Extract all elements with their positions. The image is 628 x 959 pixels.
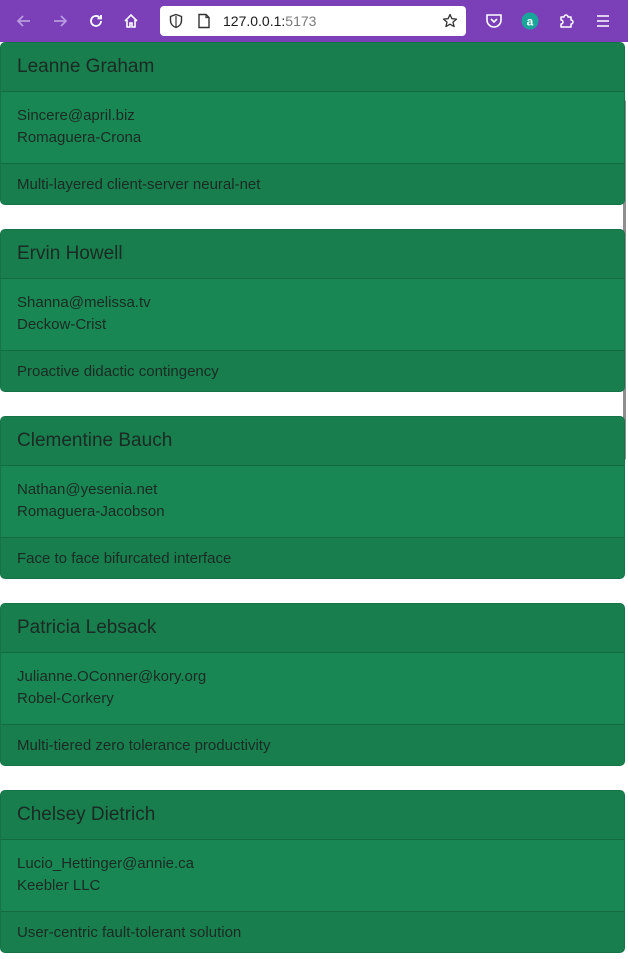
user-company: Robel-Corkery [17, 690, 114, 707]
user-catchphrase: Face to face bifurcated interface [1, 538, 624, 578]
pocket-icon[interactable] [484, 11, 504, 31]
shield-icon[interactable] [168, 13, 184, 29]
user-card: Clementine Bauch Nathan@yesenia.net Roma… [0, 416, 625, 579]
user-contact: Sincere@april.biz Romaguera-Crona [1, 92, 624, 164]
user-company: Deckow-Crist [17, 316, 107, 333]
user-email: Shanna@melissa.tv [17, 294, 151, 311]
user-company: Romaguera-Jacobson [17, 503, 165, 520]
user-contact: Shanna@melissa.tv Deckow-Crist [1, 279, 624, 351]
reload-icon [90, 15, 102, 27]
address-bar[interactable]: 127.0.0.1:5173 [160, 6, 466, 36]
page-content: Leanne Graham Sincere@april.biz Romaguer… [0, 42, 628, 959]
user-card: Chelsey Dietrich Lucio_Hettinger@annie.c… [0, 790, 625, 953]
menu-hamburger-icon[interactable] [593, 11, 613, 31]
reload-button[interactable] [83, 8, 109, 34]
user-catchphrase: User-centric fault-tolerant solution [1, 912, 624, 952]
user-contact: Lucio_Hettinger@annie.ca Keebler LLC [1, 840, 624, 912]
extension-a-icon[interactable]: a [520, 11, 540, 31]
bookmark-star-icon[interactable] [442, 13, 458, 29]
user-name: Clementine Bauch [1, 417, 624, 466]
user-contact: Nathan@yesenia.net Romaguera-Jacobson [1, 466, 624, 538]
url-text: 127.0.0.1:5173 [223, 13, 316, 29]
user-name: Chelsey Dietrich [1, 791, 624, 840]
home-button[interactable] [118, 8, 144, 34]
url-port: 5173 [285, 13, 317, 29]
user-catchphrase: Proactive didactic contingency [1, 351, 624, 391]
page-info-icon[interactable] [196, 13, 212, 29]
user-email: Nathan@yesenia.net [17, 481, 158, 498]
user-email: Lucio_Hettinger@annie.ca [17, 855, 195, 872]
user-catchphrase: Multi-layered client-server neural-net [1, 164, 624, 204]
user-company: Keebler LLC [17, 877, 101, 894]
forward-button[interactable] [47, 8, 73, 34]
user-email: Julianne.OConner@kory.org [17, 668, 207, 685]
browser-toolbar: 127.0.0.1:5173 a [0, 0, 628, 42]
back-arrow-icon [16, 15, 30, 27]
user-company: Romaguera-Crona [17, 129, 142, 146]
user-contact: Julianne.OConner@kory.org Robel-Corkery [1, 653, 624, 725]
user-email: Sincere@april.biz [17, 107, 135, 124]
extensions-puzzle-icon[interactable] [557, 11, 577, 31]
back-button[interactable] [11, 8, 37, 34]
svg-text:a: a [527, 15, 534, 29]
user-card: Leanne Graham Sincere@april.biz Romaguer… [0, 42, 625, 205]
user-catchphrase: Multi-tiered zero tolerance productivity [1, 725, 624, 765]
user-name: Patricia Lebsack [1, 604, 624, 653]
home-icon [124, 13, 138, 28]
url-host: 127.0.0.1: [223, 13, 286, 29]
forward-arrow-icon [54, 15, 68, 27]
user-name: Ervin Howell [1, 230, 624, 279]
user-card: Patricia Lebsack Julianne.OConner@kory.o… [0, 603, 625, 766]
user-name: Leanne Graham [1, 43, 624, 92]
user-card: Ervin Howell Shanna@melissa.tv Deckow-Cr… [0, 229, 625, 392]
